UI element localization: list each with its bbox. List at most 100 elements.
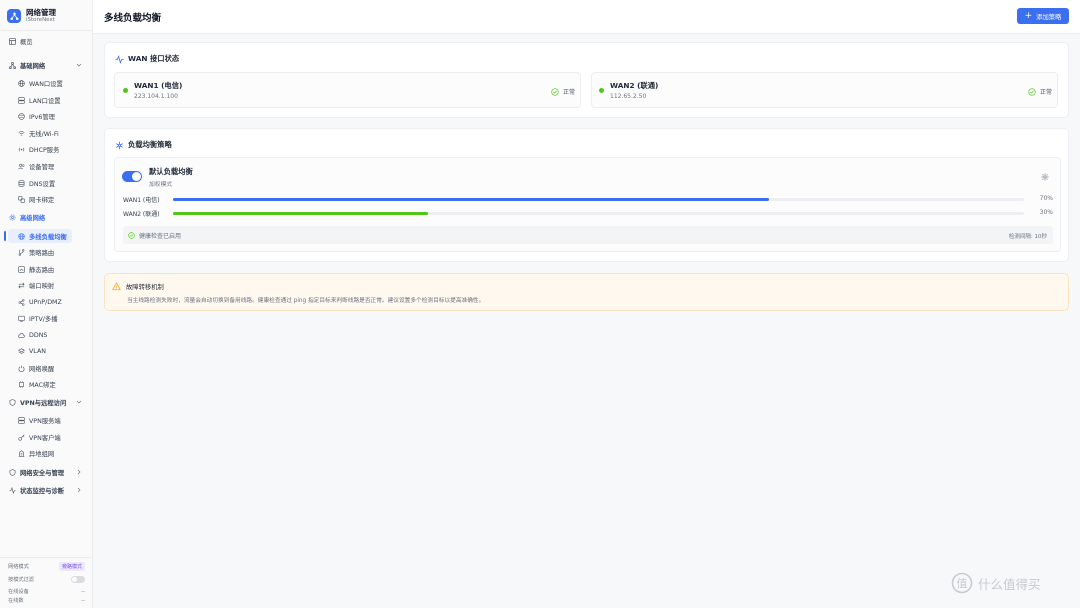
mode-filter-row: 按模式过滤 bbox=[8, 575, 85, 584]
online-devices-label: 在线设备 bbox=[8, 589, 29, 595]
nav-dns[interactable]: DNS设置 bbox=[4, 176, 88, 190]
online-count-row: 在线数 -- bbox=[8, 596, 85, 605]
warning-icon bbox=[112, 282, 121, 291]
nav-ipv6[interactable]: IPv6管理 bbox=[4, 109, 88, 123]
network-mode-row: 网络模式 旁路模式 bbox=[8, 562, 85, 571]
nav-site-network[interactable]: 异地组网 bbox=[4, 446, 88, 460]
nav-wifi[interactable]: 无线/Wi-Fi bbox=[4, 126, 88, 140]
weight-bar bbox=[173, 198, 1024, 201]
page-title: 多线负载均衡 bbox=[104, 13, 162, 24]
chip-icon bbox=[18, 380, 25, 388]
nav-upnp[interactable]: UPnP/DMZ bbox=[4, 295, 88, 309]
wan-interface-status: 正常 bbox=[1028, 87, 1052, 96]
route-icon bbox=[18, 265, 25, 273]
load-balance-icon bbox=[18, 232, 25, 240]
health-check-text: 健康检查已启用 bbox=[139, 233, 182, 240]
nav-devices-label: 设备管理 bbox=[29, 163, 55, 171]
globe-icon bbox=[18, 79, 25, 87]
health-check-bar: 健康检查已启用 检测间隔: 10秒 bbox=[123, 226, 1053, 244]
nav-wan-settings[interactable]: WAN口设置 bbox=[4, 76, 88, 90]
nav-vpn-server[interactable]: VPN服务端 bbox=[4, 413, 88, 427]
wan-interface-card[interactable]: WAN2 (联通) 112.65.2.50 正常 bbox=[591, 72, 1058, 108]
snowflake-icon bbox=[115, 141, 124, 150]
broadcast-icon bbox=[18, 146, 25, 153]
wan-interface-card[interactable]: WAN1 (电信) 223.104.1.100 正常 bbox=[114, 72, 581, 108]
nav-upnp-label: UPnP/DMZ bbox=[29, 298, 62, 306]
nav-iptv[interactable]: IPTV/多播 bbox=[4, 311, 88, 325]
nav-wan-settings-label: WAN口设置 bbox=[29, 80, 63, 88]
activity-icon bbox=[115, 54, 124, 64]
brand-subtitle: iStoreNext bbox=[26, 17, 55, 23]
nav-port-forward-label: 端口映射 bbox=[29, 282, 55, 290]
cloud-icon bbox=[18, 332, 25, 339]
mode-filter-toggle[interactable] bbox=[71, 576, 85, 583]
git-branch-icon bbox=[18, 248, 25, 256]
load-balance-policy-card: 负载均衡策略 默认负载均衡 加权模式 WAN1 (电信) 70% WAN2 (联… bbox=[104, 128, 1069, 262]
wan-interface-status-text: 正常 bbox=[563, 89, 576, 96]
nav-mac-bind[interactable]: MAC绑定 bbox=[4, 377, 88, 391]
nav-wol-label: 网络唤醒 bbox=[29, 365, 55, 373]
cog-icon bbox=[9, 214, 16, 221]
wan-status-title: WAN 接口状态 bbox=[115, 54, 179, 64]
weight-bar bbox=[173, 212, 1024, 215]
activity-icon bbox=[9, 486, 16, 494]
add-policy-button-label: 添加策略 bbox=[1036, 13, 1062, 21]
nav-devices[interactable]: 设备管理 bbox=[4, 159, 88, 173]
network-mode-label: 网络模式 bbox=[8, 564, 29, 570]
nav-group-advanced-label: 高级网络 bbox=[20, 214, 46, 222]
nav-static-route[interactable]: 静态路由 bbox=[4, 262, 88, 276]
watermark: 值 什么值得买 bbox=[951, 572, 1041, 594]
nav-multiwan[interactable]: 多线负载均衡 bbox=[8, 229, 72, 243]
nav-group-advanced[interactable]: 高级网络 bbox=[4, 210, 88, 224]
nav-ddns[interactable]: DDNS bbox=[4, 328, 88, 342]
weight-percent: 70% bbox=[1039, 195, 1053, 202]
settings-icon[interactable] bbox=[1041, 173, 1049, 181]
nav-wol[interactable]: 网络唤醒 bbox=[4, 361, 88, 375]
chevron-down-icon bbox=[76, 400, 82, 404]
weight-label: WAN2 (联通) bbox=[123, 211, 160, 218]
tv-icon bbox=[18, 315, 25, 322]
power-icon bbox=[18, 365, 25, 372]
chevron-right-icon bbox=[77, 487, 81, 493]
nav-iptv-label: IPTV/多播 bbox=[29, 315, 58, 323]
nav-nic-bond[interactable]: 网卡绑定 bbox=[4, 192, 88, 206]
network-logo-icon bbox=[7, 9, 21, 23]
nav-policy-route[interactable]: 策略路由 bbox=[4, 245, 88, 259]
nav-dns-label: DNS设置 bbox=[29, 180, 56, 188]
nav-group-vpn[interactable]: VPN与远程访问 bbox=[4, 395, 88, 409]
nav-vpn-client[interactable]: VPN客户端 bbox=[4, 430, 88, 444]
shield-icon bbox=[9, 468, 16, 476]
nav-port-forward[interactable]: 端口映射 bbox=[4, 278, 88, 292]
failover-title: 故障转移机制 bbox=[112, 282, 164, 291]
wan-status-card: WAN 接口状态 WAN1 (电信) 223.104.1.100 正常 WAN2… bbox=[104, 42, 1069, 118]
wan-interface-name: WAN1 (电信) bbox=[134, 81, 183, 90]
failover-description: 当主线路检测失败时，流量会自动切换到备用线路。健康检查通过 ping 指定目标来… bbox=[127, 298, 485, 304]
nav-lan-settings[interactable]: LAN口设置 bbox=[4, 93, 88, 107]
policy-enable-toggle[interactable] bbox=[122, 171, 142, 182]
nav-dhcp[interactable]: DHCP服务 bbox=[4, 142, 88, 156]
nav-overview[interactable]: 概览 bbox=[4, 34, 88, 48]
sidebar-footer: 网络模式 旁路模式 按模式过滤 在线设备 -- 在线数 -- bbox=[0, 557, 92, 608]
server-icon bbox=[18, 416, 25, 424]
wan-interface-status-text: 正常 bbox=[1040, 89, 1053, 96]
mode-filter-label: 按模式过滤 bbox=[8, 577, 34, 583]
weight-bar-fill bbox=[173, 212, 429, 215]
watermark-text: 什么值得买 bbox=[978, 576, 1041, 592]
nav-multiwan-label: 多线负载均衡 bbox=[29, 233, 67, 241]
server-icon bbox=[18, 96, 25, 104]
svg-text:值: 值 bbox=[957, 577, 968, 590]
health-check-interval: 检测间隔: 10秒 bbox=[1008, 234, 1047, 240]
weight-label: WAN1 (电信) bbox=[123, 197, 160, 204]
policy-name: 默认负载均衡 bbox=[149, 167, 193, 176]
nav-group-basic[interactable]: 基础网络 bbox=[4, 58, 88, 72]
database-icon bbox=[18, 179, 25, 187]
nav-group-security[interactable]: 网络安全与管理 bbox=[4, 465, 88, 479]
nav-group-monitor[interactable]: 状态监控与诊断 bbox=[4, 483, 88, 497]
add-policy-button[interactable]: + 添加策略 bbox=[1017, 8, 1069, 24]
active-indicator bbox=[4, 231, 6, 241]
nav-vlan[interactable]: VLAN bbox=[4, 344, 88, 358]
status-dot bbox=[599, 88, 604, 93]
key-icon bbox=[18, 433, 25, 441]
nav-wifi-label: 无线/Wi-Fi bbox=[29, 130, 59, 138]
divider bbox=[0, 30, 92, 31]
